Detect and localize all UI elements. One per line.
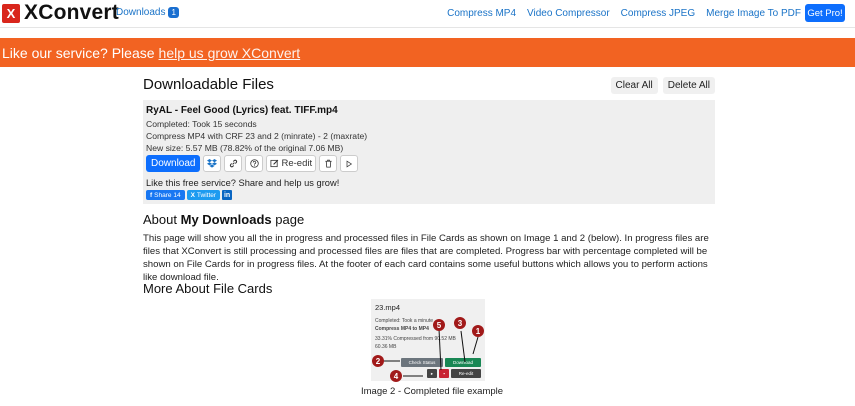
marker-4: 4 xyxy=(390,370,402,382)
nav-downloads-label: Downloads xyxy=(116,7,166,18)
example-trash-icon: ▪ xyxy=(439,369,449,378)
file-compress-info: Compress MP4 with CRF 23 and 2 (minrate)… xyxy=(146,131,368,141)
example-compress: Compress MP4 to MP4 xyxy=(375,326,429,332)
example-completed: Completed: Took a minute xyxy=(375,318,433,324)
logo[interactable]: X XConvert xyxy=(2,1,119,24)
clear-all-button[interactable]: Clear All xyxy=(610,77,658,94)
facebook-icon: f xyxy=(150,191,153,199)
x-icon: X xyxy=(190,191,195,199)
edit-icon xyxy=(270,159,279,168)
page-title: Downloadable Files xyxy=(143,76,274,93)
marker-1: 1 xyxy=(472,325,484,337)
file-actions: Download Re-edit xyxy=(146,155,712,172)
nav-downloads-link[interactable]: Downloads 1 xyxy=(116,7,179,18)
support-banner: Like our service? Please help us grow XC… xyxy=(0,38,855,67)
navbar: X XConvert Downloads 1 Compress MP4 Vide… xyxy=(0,0,855,28)
share-text: Like this free service? Share and help u… xyxy=(146,178,340,188)
delete-all-button[interactable]: Delete All xyxy=(662,77,715,94)
file-card: RyAL - Feel Good (Lyrics) feat. TIFF.mp4… xyxy=(143,100,715,204)
re-edit-button[interactable]: Re-edit xyxy=(266,155,317,172)
about-title: About My Downloads page xyxy=(143,212,304,227)
marker-3: 3 xyxy=(454,317,466,329)
share-buttons: f Share 14 X Twitter in xyxy=(146,190,712,200)
copy-link-button[interactable] xyxy=(224,155,243,172)
dropbox-button[interactable] xyxy=(203,155,222,172)
linkedin-share-button[interactable]: in xyxy=(222,190,233,200)
about-title-suffix: page xyxy=(275,212,305,227)
example-re-edit-button: Re-edit xyxy=(451,369,481,378)
facebook-share-button[interactable]: f Share 14 xyxy=(146,190,185,200)
delete-button[interactable] xyxy=(319,155,338,172)
trash-icon xyxy=(324,159,332,168)
play-button[interactable] xyxy=(340,155,359,172)
file-completed-text: Completed: Took 15 seconds xyxy=(146,119,257,129)
more-title: More About File Cards xyxy=(143,281,273,296)
example-caption: Image 2 - Completed file example xyxy=(361,386,504,397)
help-button[interactable] xyxy=(245,155,264,172)
file-title: RyAL - Feel Good (Lyrics) feat. TIFF.mp4 xyxy=(146,105,338,116)
re-edit-label: Re-edit xyxy=(281,158,313,169)
example-check-status-button: Check Status xyxy=(401,358,443,367)
about-title-bold: My Downloads xyxy=(180,212,272,227)
marker-2: 2 xyxy=(372,355,384,367)
file-new-size: New size: 5.57 MB (78.82% of the origina… xyxy=(146,143,344,153)
banner-text: Like our service? Please xyxy=(2,44,155,61)
example-size: 60.36 MB xyxy=(375,344,397,350)
example-download-button: Download xyxy=(445,358,481,367)
example-file-card-image: 23.mp4 Completed: Took a minute Compress… xyxy=(371,299,485,381)
facebook-share-label: Share 14 xyxy=(154,191,181,199)
dropbox-icon xyxy=(207,159,218,168)
downloads-count-badge: 1 xyxy=(168,7,179,18)
about-title-prefix: About xyxy=(143,212,177,227)
link-icon xyxy=(229,159,238,168)
example-play-icon: ▸ xyxy=(427,369,437,378)
nav-link-compress-jpeg[interactable]: Compress JPEG xyxy=(621,8,695,19)
logo-mark-icon: X xyxy=(2,3,20,23)
play-icon xyxy=(346,160,353,167)
get-pro-button[interactable]: Get Pro! xyxy=(805,4,845,22)
twitter-share-label: Twitter xyxy=(196,191,217,199)
example-title: 23.mp4 xyxy=(375,303,401,312)
nav-link-video-compressor[interactable]: Video Compressor xyxy=(527,8,610,19)
nav-link-merge-image-to-pdf[interactable]: Merge Image To PDF xyxy=(706,8,801,19)
top-buttons: Clear All Delete All xyxy=(610,77,715,94)
question-icon xyxy=(250,159,259,168)
download-button[interactable]: Download xyxy=(146,155,201,172)
about-text: This page will show you all the in progr… xyxy=(143,233,709,283)
marker-5: 5 xyxy=(433,319,445,331)
nav-link-compress-mp4[interactable]: Compress MP4 xyxy=(447,8,516,19)
logo-text: XConvert xyxy=(24,1,119,24)
twitter-share-button[interactable]: X Twitter xyxy=(186,190,221,200)
banner-link[interactable]: help us grow XConvert xyxy=(159,45,301,61)
example-progress: 33.31% Compressed from 90.52 MB xyxy=(375,336,456,342)
nav-links: Compress MP4 Video Compressor Compress J… xyxy=(447,8,801,19)
